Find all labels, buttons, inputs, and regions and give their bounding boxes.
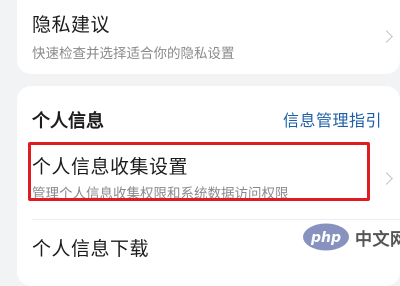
divider <box>32 219 400 220</box>
watermark: php 中文网 <box>302 222 400 252</box>
php-logo-icon: php <box>303 223 349 251</box>
info-management-guide-link[interactable]: 信息管理指引 <box>283 107 382 131</box>
privacy-suggestion-subtitle: 快速检查并选择适合你的隐私设置 <box>32 46 235 62</box>
chevron-right-icon <box>380 172 393 185</box>
watermark-text: 中文网 <box>355 229 400 250</box>
download-title: 个人信息下载 <box>32 238 150 260</box>
chevron-right-icon <box>380 30 393 43</box>
svg-text:php: php <box>310 230 341 246</box>
personal-info-card: 个人信息 信息管理指引 个人信息收集设置 管理个人信息收集权限和系统数据访问权限… <box>17 86 400 286</box>
privacy-suggestion-title: 隐私建议 <box>32 14 111 36</box>
section-title: 个人信息 <box>32 111 104 132</box>
collection-settings-subtitle: 管理个人信息收集权限和系统数据访问权限 <box>32 186 289 202</box>
collection-settings-title: 个人信息收集设置 <box>32 156 189 178</box>
privacy-suggestion-card[interactable]: 隐私建议 快速检查并选择适合你的隐私设置 <box>17 0 400 74</box>
